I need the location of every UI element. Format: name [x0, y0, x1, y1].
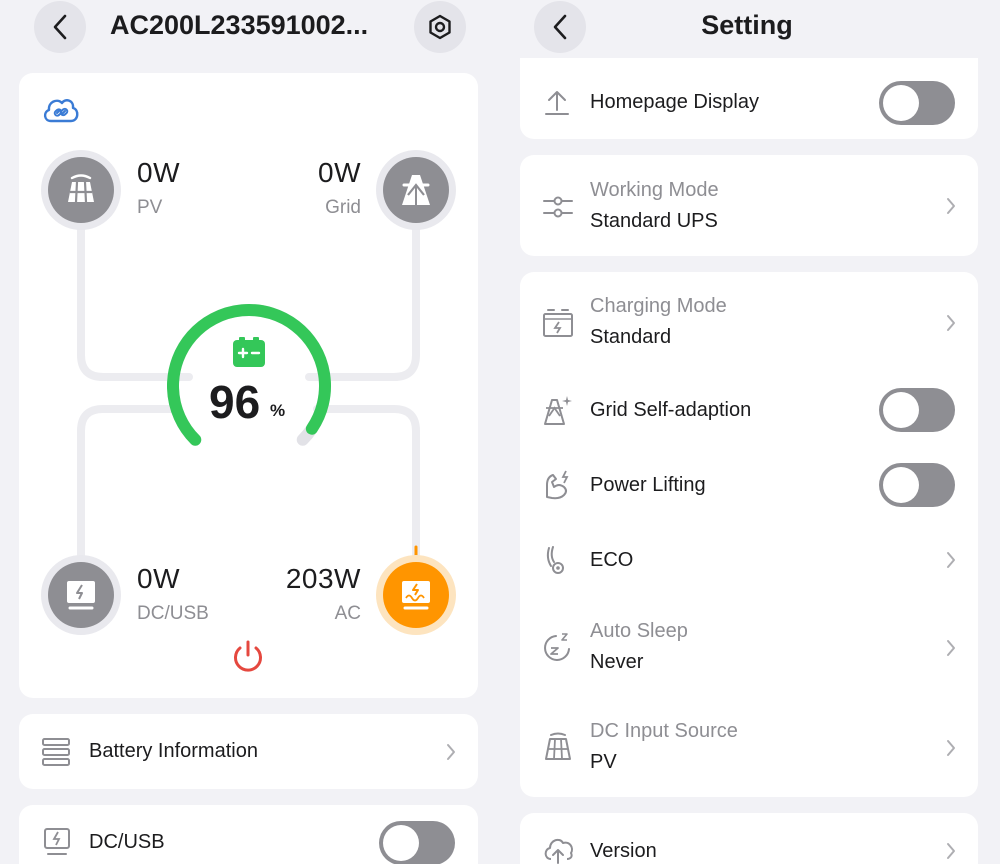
- dc-output-icon: [67, 581, 95, 610]
- dc-usb-label: DC/USB: [137, 603, 209, 624]
- chevron-right-icon: [944, 738, 958, 758]
- battery-percent-unit: %: [270, 401, 286, 420]
- battery-information-row[interactable]: Battery Information: [19, 714, 478, 789]
- device-dashboard-screen: AC200L233591002... 96 % 0W PV 0W Grid 0W…: [0, 0, 500, 864]
- pv-power: 0W: [137, 157, 180, 188]
- homepage-display-toggle[interactable]: [879, 81, 955, 125]
- ac-output-icon: [402, 581, 430, 610]
- eco-row[interactable]: ECO: [520, 522, 978, 597]
- cloud-upload-icon: [544, 838, 573, 864]
- power-lifting-label: Power Lifting: [590, 474, 706, 496]
- dc-usb-switch-label: DC/USB: [89, 831, 165, 853]
- charging-mode-label: Charging Mode: [590, 295, 727, 317]
- power-lifting-row: Power Lifting: [520, 447, 978, 522]
- ac-label: AC: [334, 603, 361, 624]
- back-button[interactable]: [34, 1, 86, 53]
- eco-label: ECO: [590, 549, 634, 571]
- working-mode-row[interactable]: Working Mode Standard UPS: [520, 155, 978, 256]
- sliders-icon: [543, 196, 573, 218]
- version-row[interactable]: Version: [520, 813, 978, 864]
- grid-label: Grid: [325, 197, 361, 218]
- auto-sleep-value: Never: [590, 651, 644, 673]
- homepage-display-label: Homepage Display: [590, 91, 759, 113]
- battery-information-label: Battery Information: [89, 740, 258, 762]
- power-settings-group: Charging Mode Standard Grid Self-adaptio…: [520, 272, 978, 797]
- dc-usb-switch-row: DC/USB: [19, 805, 478, 864]
- hexagon-gear-icon: [429, 14, 451, 40]
- solar-panel-icon: [545, 732, 571, 760]
- settings-title: Setting: [701, 10, 793, 40]
- charging-battery-icon: [543, 309, 573, 337]
- charging-mode-value: Standard: [590, 326, 672, 348]
- ac-node[interactable]: [376, 555, 456, 635]
- dc-input-source-value: PV: [590, 751, 617, 773]
- flexed-arm-icon: [546, 470, 569, 500]
- grid-power: 0W: [318, 157, 361, 188]
- chevron-right-icon: [444, 742, 458, 762]
- pv-node[interactable]: [41, 150, 121, 230]
- dc-usb-icon: [44, 828, 70, 855]
- grid-self-adaption-label: Grid Self-adaption: [590, 399, 752, 421]
- grid-self-adaption-row: Grid Self-adaption: [520, 372, 978, 447]
- dc-usb-toggle[interactable]: [379, 821, 455, 864]
- homepage-display-row: Homepage Display: [520, 58, 978, 139]
- chevron-right-icon: [944, 196, 958, 216]
- chevron-right-icon: [944, 313, 958, 333]
- chevron-right-icon: [944, 841, 958, 861]
- auto-sleep-label: Auto Sleep: [590, 620, 688, 642]
- upload-arrow-icon: [545, 91, 569, 115]
- power-icon[interactable]: [231, 639, 265, 675]
- dc-usb-node[interactable]: [41, 555, 121, 635]
- auto-sleep-row[interactable]: Auto Sleep Never: [520, 597, 978, 697]
- version-label: Version: [590, 840, 657, 862]
- dc-usb-power: 0W: [137, 563, 180, 594]
- working-mode-value: Standard UPS: [590, 210, 718, 232]
- device-title: AC200L233591002...: [110, 10, 369, 40]
- chevron-right-icon: [944, 638, 958, 658]
- dc-input-source-label: DC Input Source: [590, 720, 738, 742]
- energy-flow-card: 96 % 0W PV 0W Grid 0W DC/USB 203W AC: [19, 73, 478, 698]
- charging-mode-row[interactable]: Charging Mode Standard: [520, 272, 978, 372]
- working-mode-label: Working Mode: [590, 179, 719, 201]
- ac-power: 203W: [285, 563, 361, 594]
- power-lifting-toggle[interactable]: [879, 463, 955, 507]
- settings-screen: Setting Homepage Display Working Mode St…: [500, 0, 1000, 864]
- sleep-moon-icon: [544, 633, 570, 661]
- grid-node[interactable]: [376, 150, 456, 230]
- chevron-right-icon: [944, 550, 958, 570]
- eco-leaf-icon: [546, 546, 564, 574]
- pv-label: PV: [137, 197, 163, 218]
- battery-stack-icon: [42, 738, 70, 766]
- battery-icon: [233, 337, 265, 367]
- solar-panel-icon: [68, 174, 94, 203]
- dc-input-source-row[interactable]: DC Input Source PV: [520, 697, 978, 797]
- transmission-tower-icon: [402, 175, 430, 205]
- grid-self-adaption-toggle[interactable]: [879, 388, 955, 432]
- battery-percent: 96: [209, 376, 261, 428]
- device-settings-button[interactable]: [414, 1, 466, 53]
- tower-sparkle-icon: [544, 396, 572, 425]
- chevron-left-icon: [53, 14, 67, 40]
